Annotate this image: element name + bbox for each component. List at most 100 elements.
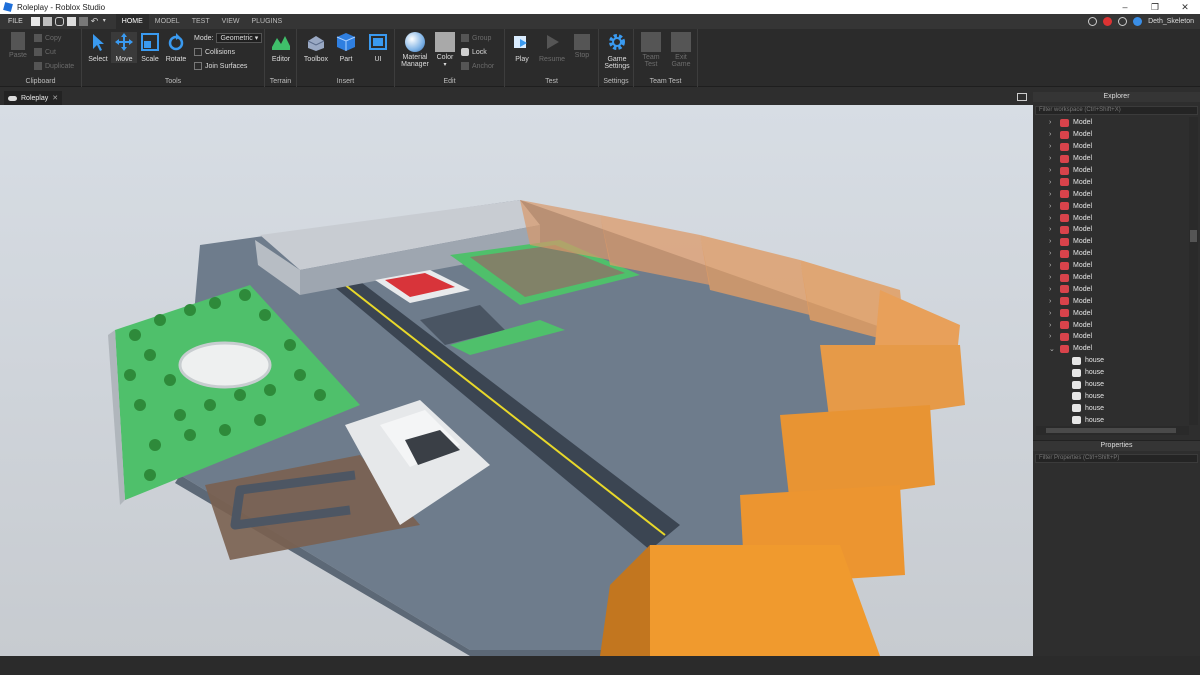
anchor-button[interactable]: Anchor xyxy=(461,62,494,70)
explorer-row-house[interactable]: ›house xyxy=(1033,355,1189,367)
chevron-down-icon[interactable]: ⌄ xyxy=(1049,345,1057,353)
chevron-right-icon[interactable]: › xyxy=(1049,250,1057,257)
stop-button[interactable]: Stop xyxy=(569,32,595,59)
explorer-scroll-thumb[interactable] xyxy=(1190,230,1197,242)
tab-test[interactable]: TEST xyxy=(186,14,216,29)
explorer-row-house[interactable]: ›house xyxy=(1033,367,1189,379)
chevron-right-icon[interactable]: › xyxy=(1049,167,1057,174)
explorer-row-model[interactable]: › Model xyxy=(1033,307,1189,319)
mode-dropdown[interactable]: Geometric ▾ xyxy=(216,33,263,43)
paste-button[interactable]: Paste xyxy=(5,32,31,59)
chevron-right-icon[interactable]: › xyxy=(1049,322,1057,329)
explorer-row-house[interactable]: ›house xyxy=(1033,379,1189,391)
explorer-row-model[interactable]: › Model xyxy=(1033,200,1189,212)
maximize-button[interactable]: ❐ xyxy=(1140,0,1170,14)
duplicate-button[interactable]: Duplicate xyxy=(34,62,74,70)
cut-button[interactable]: Cut xyxy=(34,48,56,56)
explorer-row-house[interactable]: ›house xyxy=(1033,402,1189,414)
group-button[interactable]: Group xyxy=(461,34,491,42)
scale-button[interactable]: Scale xyxy=(137,32,163,63)
explorer-row-model[interactable]: › Model xyxy=(1033,295,1189,307)
undo-icon[interactable]: ↶ xyxy=(91,17,100,26)
chevron-right-icon[interactable]: › xyxy=(1049,215,1057,222)
chevron-right-icon[interactable]: › xyxy=(1049,143,1057,150)
explorer-row-house[interactable]: ›house xyxy=(1033,414,1189,425)
copy-button[interactable]: Copy xyxy=(34,34,61,42)
publish-icon[interactable] xyxy=(66,17,76,26)
explorer-row-model[interactable]: › Model xyxy=(1033,272,1189,284)
share-icon[interactable] xyxy=(1133,17,1143,26)
explorer-horizontal-thumb[interactable] xyxy=(1046,428,1176,433)
chevron-down-icon[interactable]: ▾ xyxy=(103,17,112,26)
chevron-right-icon[interactable]: › xyxy=(1049,333,1057,340)
rotate-button[interactable]: Rotate xyxy=(163,32,189,63)
document-tab-roleplay[interactable]: Roleplay ✕ xyxy=(4,91,62,105)
chevron-right-icon[interactable]: › xyxy=(1049,310,1057,317)
exit-game-button[interactable]: Exit Game xyxy=(668,32,694,68)
chevron-right-icon[interactable]: › xyxy=(1049,262,1057,269)
chevron-right-icon[interactable]: › xyxy=(1049,203,1057,210)
file-menu[interactable]: FILE xyxy=(0,18,31,25)
explorer-row-model[interactable]: › Model xyxy=(1033,248,1189,260)
join-surfaces-toggle[interactable]: Join Surfaces xyxy=(194,62,247,70)
explorer-row-model[interactable]: › Model xyxy=(1033,153,1189,165)
explorer-filter-input[interactable]: Filter workspace (Ctrl+Shift+X) xyxy=(1035,106,1198,115)
tab-view[interactable]: VIEW xyxy=(216,14,246,29)
mode-selector[interactable]: Mode: Geometric ▾ xyxy=(194,33,263,43)
chevron-right-icon[interactable]: › xyxy=(1049,298,1057,305)
material-manager-button[interactable]: Material Manager xyxy=(399,32,431,68)
chevron-right-icon[interactable]: › xyxy=(1049,179,1057,186)
explorer-row-model[interactable]: ⌄ Model xyxy=(1033,343,1189,355)
tab-plugins[interactable]: PLUGINS xyxy=(245,14,288,29)
color-button[interactable]: Color ▾ xyxy=(432,32,458,68)
chevron-right-icon[interactable]: › xyxy=(1049,286,1057,293)
viewport-layout-icon[interactable] xyxy=(1017,93,1027,101)
explorer-row-model[interactable]: › Model xyxy=(1033,176,1189,188)
explorer-row-house[interactable]: ›house xyxy=(1033,390,1189,402)
game-settings-button[interactable]: Game Settings xyxy=(602,32,632,70)
3d-viewport[interactable] xyxy=(0,105,1033,656)
explorer-row-model[interactable]: › Model xyxy=(1033,117,1189,129)
part-button[interactable]: Part xyxy=(333,32,359,63)
help-icon[interactable] xyxy=(1118,17,1128,26)
resume-button[interactable]: Resume xyxy=(539,32,565,63)
explorer-row-model[interactable]: › Model xyxy=(1033,129,1189,141)
close-tab-icon[interactable]: ✕ xyxy=(52,94,58,102)
explorer-row-model[interactable]: › Model xyxy=(1033,212,1189,224)
explorer-row-model[interactable]: › Model xyxy=(1033,283,1189,295)
collisions-toggle[interactable]: Collisions xyxy=(194,48,235,56)
save-icon[interactable] xyxy=(78,17,88,26)
open-icon[interactable] xyxy=(42,17,52,26)
explorer-row-model[interactable]: › Model xyxy=(1033,319,1189,331)
select-button[interactable]: Select xyxy=(85,32,111,63)
link-icon[interactable] xyxy=(54,17,64,26)
notification-icon[interactable] xyxy=(1088,17,1098,26)
explorer-row-model[interactable]: › Model xyxy=(1033,260,1189,272)
chevron-right-icon[interactable]: › xyxy=(1049,155,1057,162)
username[interactable]: Deth_Skeleton xyxy=(1148,18,1194,25)
explorer-row-model[interactable]: › Model xyxy=(1033,141,1189,153)
lock-button[interactable]: Lock xyxy=(461,48,487,56)
explorer-row-model[interactable]: › Model xyxy=(1033,188,1189,200)
close-window-button[interactable]: ✕ xyxy=(1170,0,1200,14)
minimize-button[interactable]: – xyxy=(1110,0,1140,14)
chevron-right-icon[interactable]: › xyxy=(1049,119,1057,126)
explorer-vertical-scrollbar[interactable] xyxy=(1189,117,1198,425)
new-file-icon[interactable] xyxy=(30,17,40,26)
ui-button[interactable]: UI xyxy=(365,32,391,63)
explorer-row-model[interactable]: › Model xyxy=(1033,236,1189,248)
terrain-editor-button[interactable]: Editor xyxy=(268,32,294,63)
toolbox-button[interactable]: Toolbox xyxy=(303,32,329,63)
explorer-row-model[interactable]: › Model xyxy=(1033,165,1189,177)
explorer-row-model[interactable]: › Model xyxy=(1033,331,1189,343)
move-button[interactable]: Move xyxy=(111,32,137,63)
alert-icon[interactable] xyxy=(1103,17,1113,26)
chevron-right-icon[interactable]: › xyxy=(1049,238,1057,245)
chevron-right-icon[interactable]: › xyxy=(1049,191,1057,198)
play-button[interactable]: Play xyxy=(509,32,535,63)
tab-model[interactable]: MODEL xyxy=(149,14,186,29)
chevron-right-icon[interactable]: › xyxy=(1049,274,1057,281)
properties-filter-input[interactable]: Filter Properties (Ctrl+Shift+P) xyxy=(1035,454,1198,463)
chevron-right-icon[interactable]: › xyxy=(1049,226,1057,233)
team-test-button[interactable]: Team Test xyxy=(638,32,664,68)
